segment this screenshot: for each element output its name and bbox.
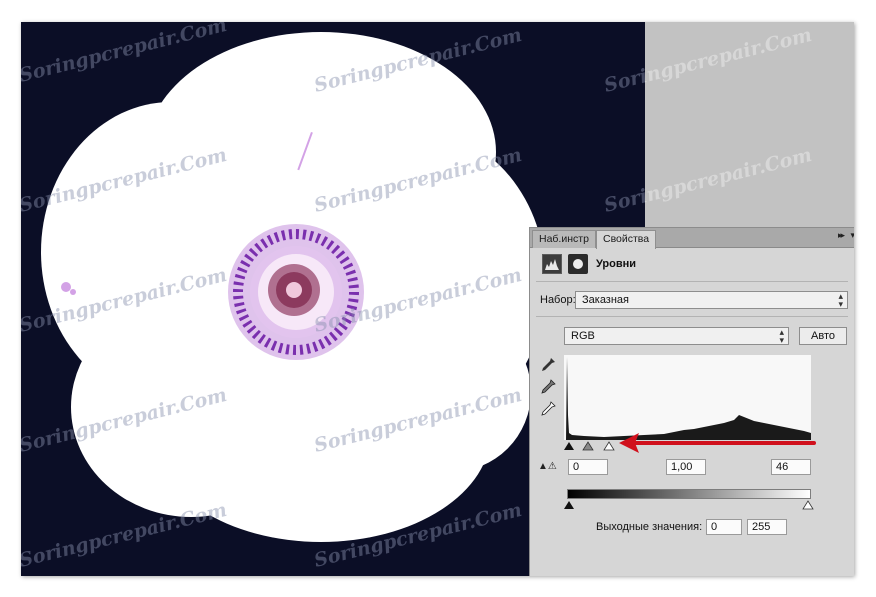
annotation-arrow-icon bbox=[619, 433, 816, 453]
screenshot-frame: Soringpcrepair.Com Soringpcrepair.Com So… bbox=[21, 22, 854, 576]
